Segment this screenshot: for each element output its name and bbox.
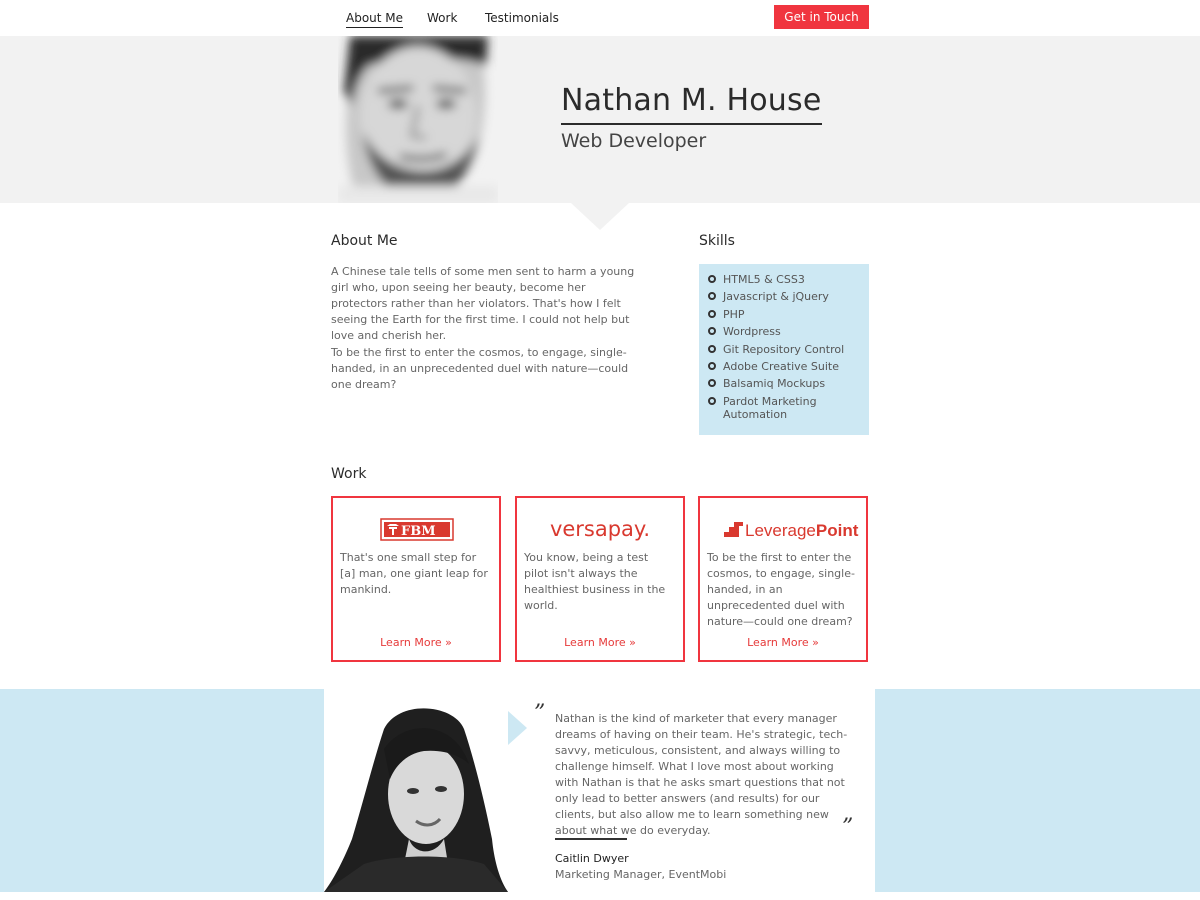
list-item: Wordpress: [708, 325, 869, 338]
list-item: Adobe Creative Suite: [708, 360, 869, 373]
top-nav: About Me Work Testimonials Get in Touch: [0, 0, 1200, 36]
work-card-fbm[interactable]: FBM That's one small step for [a] man, o…: [331, 496, 501, 662]
learn-more-link[interactable]: Learn More »: [700, 636, 866, 650]
circle-bullet-icon: [708, 327, 716, 336]
close-quote-icon: ”: [842, 815, 854, 840]
work-card-description: That's one small step for [a] man, one g…: [340, 551, 488, 596]
steps-icon: [724, 522, 743, 537]
work-card-description: You know, being a test pilot isn't alway…: [524, 551, 666, 612]
about-heading: About Me: [331, 233, 398, 249]
about-paragraph-1: A Chinese tale tells of some men sent to…: [331, 265, 635, 342]
hero-role: Web Developer: [561, 130, 707, 152]
testimonial-notch: [508, 711, 527, 745]
circle-bullet-icon: [708, 292, 716, 301]
woman-portrait: [324, 689, 508, 892]
learn-more-link[interactable]: Learn More »: [333, 636, 499, 650]
nav-work[interactable]: Work: [427, 11, 457, 25]
circle-bullet-icon: [708, 309, 716, 318]
list-item: Javascript & jQuery: [708, 290, 869, 303]
testimonial-photo: [324, 689, 508, 892]
circle-bullet-icon: [708, 344, 716, 353]
work-card-description: To be the first to enter the cosmos, to …: [707, 551, 855, 628]
author-divider: [555, 838, 627, 840]
work-card-leveragepoint[interactable]: LeveragePoint To be the first to enter t…: [698, 496, 868, 662]
testimonial-quote: Nathan is the kind of marketer that ever…: [555, 712, 848, 837]
list-item: PHP: [708, 308, 869, 321]
list-item: Balsamiq Mockups: [708, 377, 869, 390]
nav-about-me[interactable]: About Me: [346, 11, 404, 28]
versapay-logo-text: versapay.: [550, 517, 650, 541]
get-in-touch-button[interactable]: Get in Touch: [774, 5, 869, 29]
hero-notch: [571, 203, 629, 230]
circle-bullet-icon: [708, 379, 716, 388]
skills-list: HTML5 & CSS3 Javascript & jQuery PHP Wor…: [699, 264, 869, 435]
skills-heading: Skills: [699, 233, 735, 249]
work-card-versapay[interactable]: versapay. You know, being a test pilot i…: [515, 496, 685, 662]
hero-banner: Nathan M. House Web Developer: [0, 36, 1200, 203]
leveragepoint-logo: LeveragePoint: [724, 521, 859, 540]
leveragepoint-logo-text: LeveragePoint: [745, 521, 859, 540]
versapay-logo: versapay.: [550, 517, 650, 541]
work-heading: Work: [331, 466, 367, 482]
circle-bullet-icon: [708, 396, 716, 405]
circle-bullet-icon: [708, 275, 716, 283]
list-item: Git Repository Control: [708, 343, 869, 356]
fbm-logo-text: FBM: [401, 524, 436, 539]
circle-bullet-icon: [708, 361, 716, 370]
fbm-logo: FBM: [380, 518, 454, 541]
nav-testimonials[interactable]: Testimonials: [485, 11, 559, 25]
open-quote-icon: ”: [534, 701, 546, 726]
hero-name: Nathan M. House: [561, 83, 822, 125]
about-paragraph-2: To be the first to enter the cosmos, to …: [331, 346, 629, 391]
profile-photo: [338, 36, 498, 203]
list-item: Pardot Marketing Automation: [708, 395, 869, 421]
testimonial-author-role: Marketing Manager, EventMobi: [555, 868, 727, 881]
learn-more-link[interactable]: Learn More »: [517, 636, 683, 650]
list-item: HTML5 & CSS3: [708, 273, 869, 286]
testimonial-author: Caitlin Dwyer: [555, 852, 629, 865]
